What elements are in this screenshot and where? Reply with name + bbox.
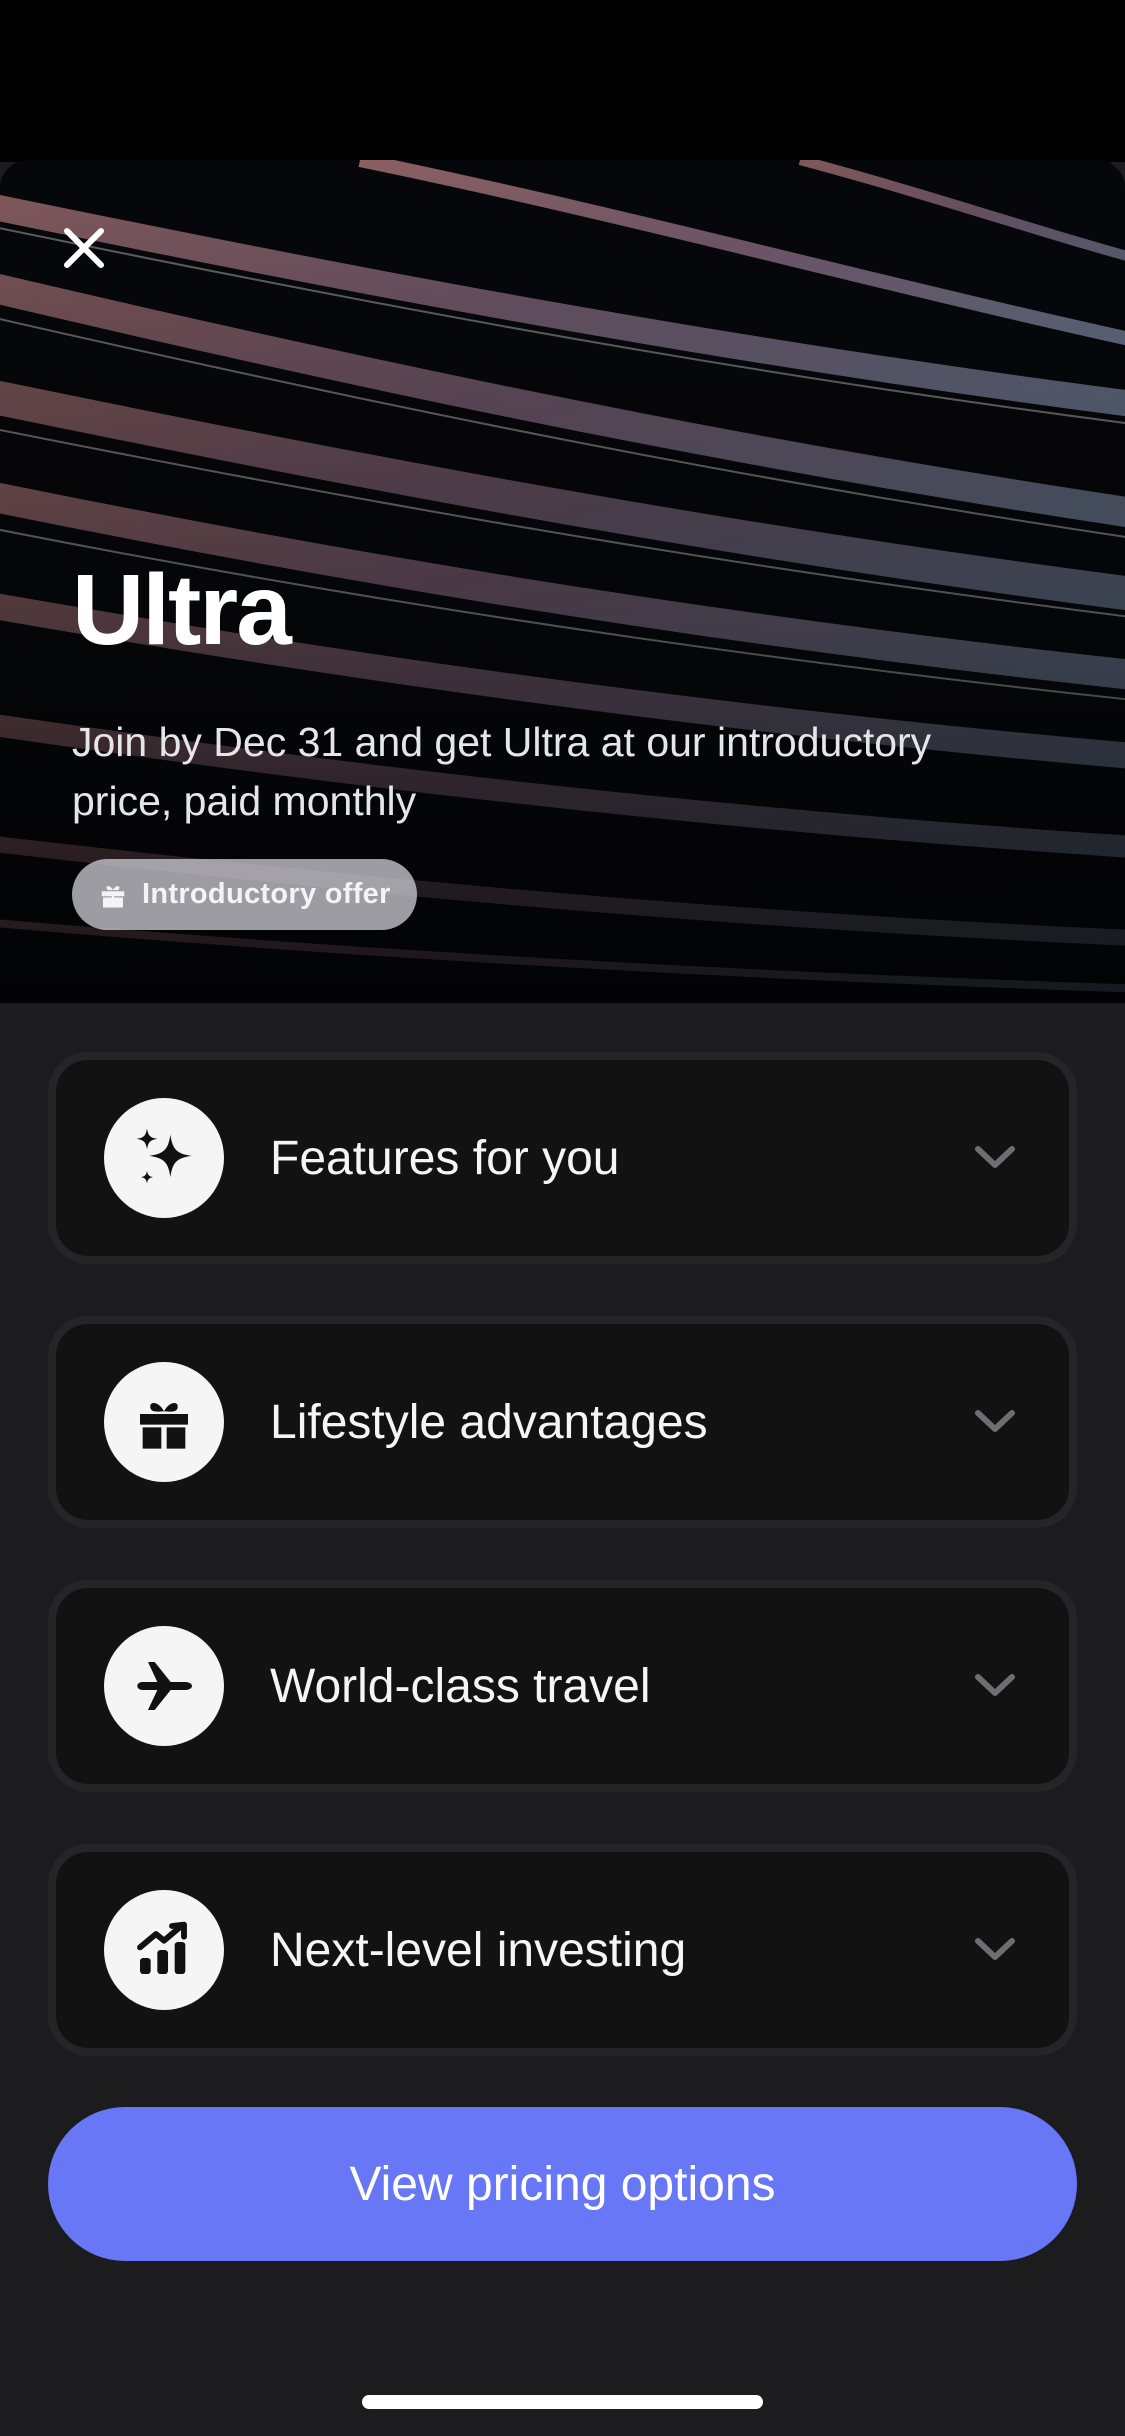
sparkles-icon bbox=[136, 1128, 192, 1184]
page-title: Ultra bbox=[72, 554, 292, 666]
icon-badge bbox=[104, 1362, 224, 1482]
introductory-offer-badge: Introductory offer bbox=[72, 859, 417, 930]
badge-label: Introductory offer bbox=[142, 878, 391, 910]
section-world-class-travel[interactable]: World-class travel bbox=[48, 1580, 1077, 1792]
close-icon bbox=[64, 228, 104, 268]
hero-banner: Ultra Join by Dec 31 and get Ultra at ou… bbox=[0, 160, 1125, 1003]
section-features-for-you[interactable]: Features for you bbox=[48, 1052, 1077, 1264]
airplane-icon bbox=[137, 1662, 192, 1710]
hero-subtitle: Join by Dec 31 and get Ultra at our intr… bbox=[72, 719, 932, 824]
chevron-down-icon bbox=[975, 1674, 1015, 1696]
status-bar bbox=[0, 0, 1125, 162]
section-next-level-investing[interactable]: Next-level investing bbox=[48, 1844, 1077, 2056]
section-label: World-class travel bbox=[270, 1660, 651, 1713]
chevron-down-icon bbox=[975, 1146, 1015, 1168]
home-indicator[interactable] bbox=[362, 2395, 763, 2409]
chevron-down-icon bbox=[975, 1938, 1015, 1960]
gift-icon bbox=[101, 885, 125, 907]
icon-badge bbox=[104, 1098, 224, 1218]
gift-icon bbox=[140, 1402, 188, 1449]
section-label: Lifestyle advantages bbox=[270, 1396, 708, 1449]
chart-growth-icon bbox=[137, 1921, 187, 1974]
section-lifestyle-advantages[interactable]: Lifestyle advantages bbox=[48, 1316, 1077, 1528]
section-label: Next-level investing bbox=[270, 1924, 687, 1977]
view-pricing-options-button[interactable]: View pricing options bbox=[48, 2107, 1077, 2261]
close-button[interactable] bbox=[52, 216, 116, 280]
icon-badge bbox=[104, 1890, 224, 2010]
chevron-down-icon bbox=[975, 1410, 1015, 1432]
icon-badge bbox=[104, 1626, 224, 1746]
section-label: Features for you bbox=[270, 1132, 620, 1185]
